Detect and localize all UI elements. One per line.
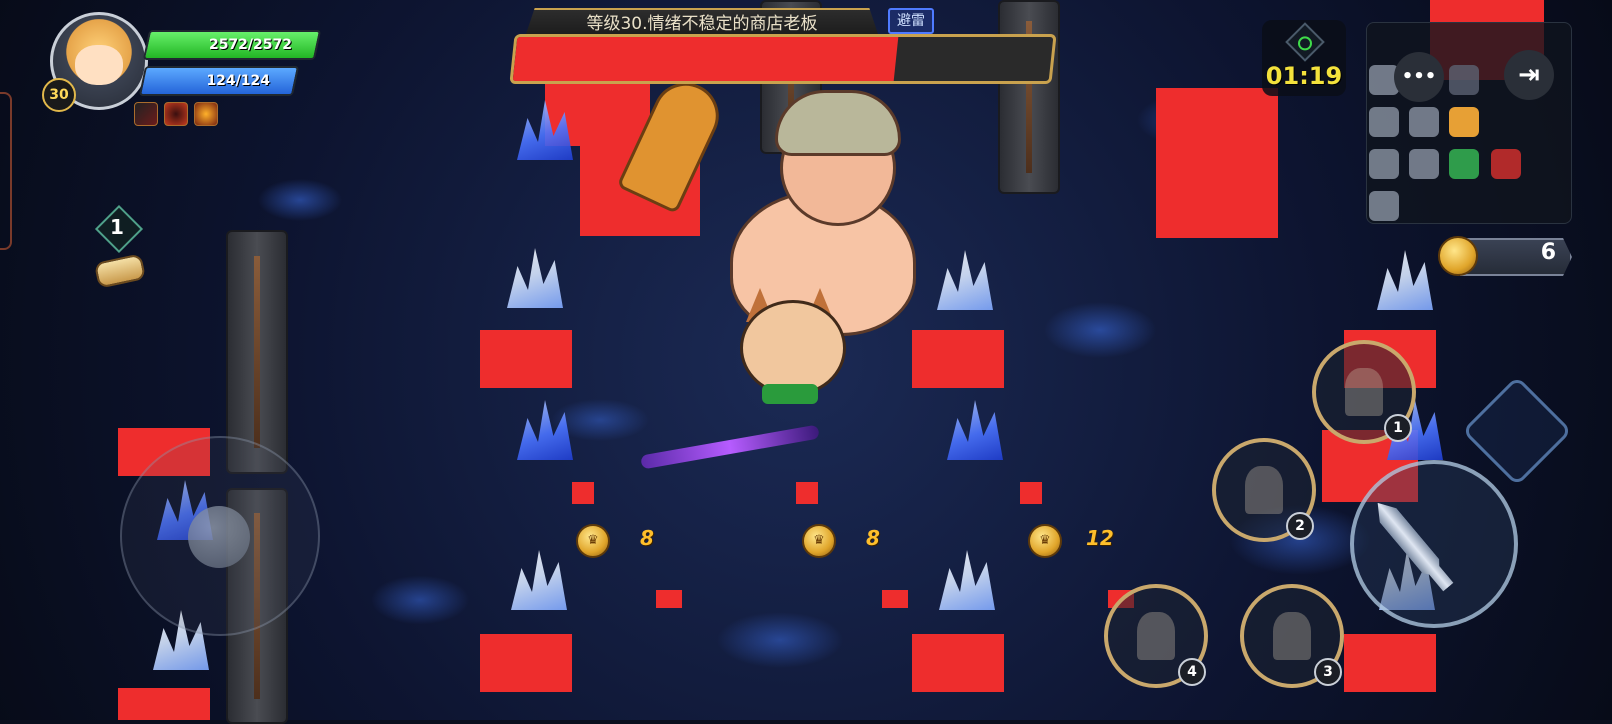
skill-2-icon bbox=[1244, 466, 1284, 514]
skill-4-icon bbox=[1136, 612, 1176, 660]
minimap-room bbox=[1449, 65, 1479, 95]
side-drawer-tab[interactable] bbox=[0, 92, 12, 250]
joystick-knob[interactable] bbox=[188, 506, 250, 568]
timer-text: 01:19 bbox=[1265, 62, 1343, 90]
minimap-room bbox=[1369, 149, 1399, 179]
red-block bbox=[912, 330, 1004, 388]
player-level-badge: 30 bbox=[42, 78, 76, 112]
quest-count: 1 bbox=[110, 215, 124, 239]
flame-mask-buff-icon bbox=[194, 102, 218, 126]
boss-hp-fill bbox=[512, 37, 898, 81]
coin-total: 6 bbox=[1540, 240, 1556, 265]
red-block bbox=[912, 634, 1004, 692]
skill-2-number: 2 bbox=[1286, 512, 1314, 540]
red-block bbox=[1020, 482, 1042, 504]
coin-drop-value: 8 bbox=[640, 526, 654, 550]
minimap-chest-icon bbox=[1449, 149, 1479, 179]
minimap-room bbox=[1409, 149, 1439, 179]
more-menu-button[interactable]: ••• bbox=[1394, 52, 1444, 102]
fire-ring-buff-icon bbox=[164, 102, 188, 126]
minimap-room bbox=[1369, 107, 1399, 137]
red-block bbox=[882, 590, 908, 608]
minimap-room bbox=[1409, 107, 1439, 137]
player-mp-bar: 124/124 bbox=[138, 66, 300, 96]
avatar-face bbox=[75, 45, 123, 85]
minimap-shop-icon bbox=[1449, 107, 1479, 137]
coin-drop-icon: ♛ bbox=[1028, 524, 1062, 558]
skill-1-number: 1 bbox=[1384, 414, 1412, 442]
minimap-room bbox=[1369, 191, 1399, 221]
coin-drop-icon: ♛ bbox=[802, 524, 836, 558]
coin-drop-value: 12 bbox=[1086, 526, 1114, 550]
red-block bbox=[572, 482, 594, 504]
attack-button[interactable] bbox=[1350, 460, 1518, 628]
red-block bbox=[480, 634, 572, 692]
minimap-boss-icon bbox=[1491, 149, 1521, 179]
boss-name: 等级30.情绪不稳定的商店老板 bbox=[586, 14, 818, 34]
blade-buff-icon bbox=[134, 102, 158, 126]
red-block bbox=[118, 688, 210, 720]
skill-3-icon bbox=[1272, 612, 1312, 660]
red-block bbox=[796, 482, 818, 504]
skill-4-number: 4 bbox=[1178, 658, 1206, 686]
boss-tag-badge[interactable]: 避雷 bbox=[888, 8, 934, 34]
red-block bbox=[1156, 88, 1278, 238]
exit-icon[interactable]: ⇥ bbox=[1504, 50, 1554, 100]
gold-coin-icon bbox=[1438, 236, 1478, 276]
skill-1-icon bbox=[1344, 368, 1384, 416]
boss-turban bbox=[775, 90, 901, 156]
coin-drop-icon: ♛ bbox=[576, 524, 610, 558]
red-block bbox=[1344, 634, 1436, 692]
green-scarf bbox=[762, 384, 818, 404]
stone-pillar bbox=[998, 0, 1060, 194]
hp-text: 2572/2572 bbox=[208, 37, 292, 53]
cat-hood bbox=[740, 300, 846, 396]
mp-text: 124/124 bbox=[206, 73, 270, 89]
red-block bbox=[656, 590, 682, 608]
player-character bbox=[740, 288, 846, 410]
skill-3-number: 3 bbox=[1314, 658, 1342, 686]
coin-drop-value: 8 bbox=[866, 526, 880, 550]
boss-hp-bar bbox=[509, 34, 1057, 84]
player-hp-bar: 2572/2572 bbox=[142, 30, 322, 60]
red-block bbox=[480, 330, 572, 388]
